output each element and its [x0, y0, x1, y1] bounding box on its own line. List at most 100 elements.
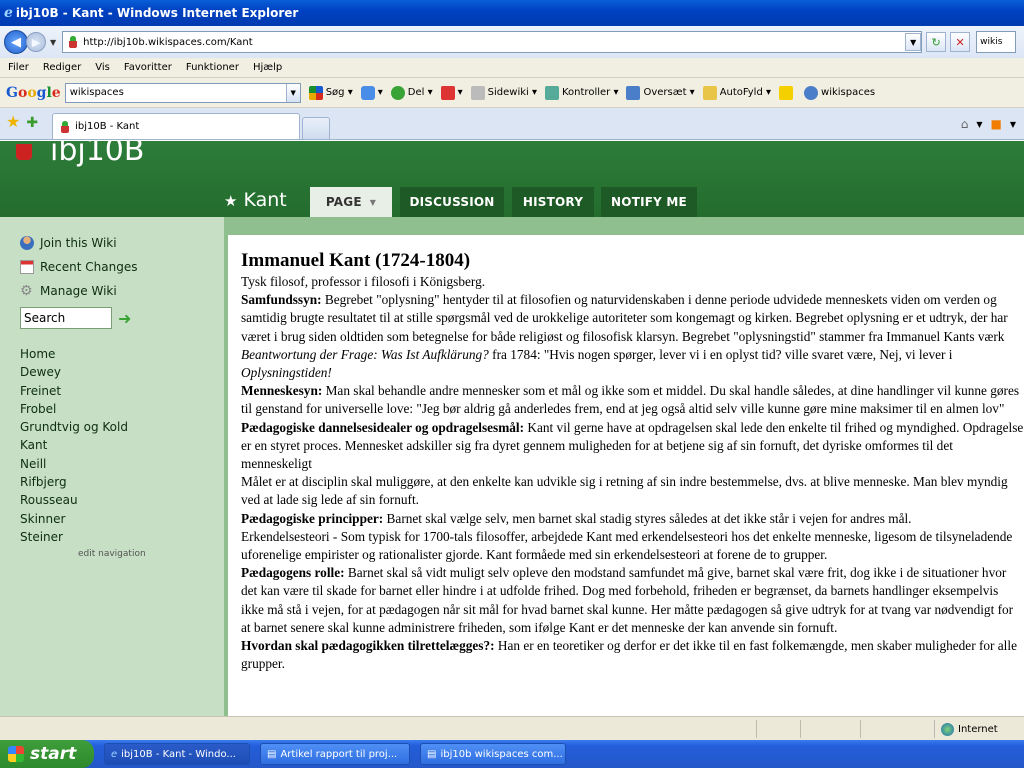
join-wiki-link[interactable]: Join this Wiki [20, 231, 224, 255]
history-dropdown-icon[interactable]: ▼ [50, 38, 56, 47]
document-icon: ▤ [267, 748, 277, 760]
nav-item-kant[interactable]: Kant [20, 438, 224, 456]
tab-history[interactable]: HISTORY [512, 187, 594, 217]
nav-item-home[interactable]: Home [20, 347, 224, 365]
rss-dropdown-icon[interactable]: ▼ [1010, 120, 1016, 129]
google-logo[interactable]: Google [6, 85, 61, 101]
start-button[interactable]: start [0, 740, 94, 768]
nav-item-freinet[interactable]: Freinet [20, 384, 224, 402]
bookmark-button[interactable]: ▾ [440, 85, 463, 100]
spellcheck-icon [545, 85, 559, 100]
page-viewport: ibj10B ★ Kant PAGE ▼ DISCUSSION HISTORY NO… [0, 141, 1024, 716]
sidewiki-button[interactable]: Sidewiki ▾ [470, 85, 537, 100]
globe-icon [941, 722, 954, 736]
highlighter-icon [779, 85, 794, 100]
magnifier-icon [804, 85, 819, 100]
live-search-input[interactable]: wikis [976, 31, 1017, 53]
status-divider [800, 720, 801, 738]
back-button[interactable]: ◀ [4, 30, 28, 54]
google-search-button[interactable]: Søg ▾ [308, 85, 353, 100]
google-plus-button[interactable]: ▾ [360, 85, 383, 100]
search-go-arrow-icon[interactable]: ➜ [118, 309, 131, 328]
menu-file[interactable]: Filer [8, 62, 29, 73]
bookmark-icon [440, 85, 455, 100]
wiki-header: ibj10B ★ Kant PAGE ▼ DISCUSSION HISTORY NO… [0, 141, 1024, 217]
address-bar[interactable]: http://ibj10b.wikispaces.com/Kant ▼ [62, 31, 923, 53]
section-dannelsesidealer-cont: Målet er at disciplin skal muliggøre, at… [241, 474, 1008, 508]
site-logo-icon [16, 143, 32, 160]
menu-help[interactable]: Hjælp [253, 62, 282, 73]
section-dannelsesidealer: Pædagogiske dannelsesidealer og opdragel… [241, 419, 1024, 472]
google-search-dropdown-icon[interactable]: ▼ [285, 83, 300, 102]
sidebar-search: ➜ [20, 307, 224, 329]
google-search-value: wikispaces [69, 87, 124, 98]
home-dropdown-icon[interactable]: ▼ [976, 120, 982, 129]
menu-edit[interactable]: Rediger [43, 62, 81, 73]
command-bar: ⌂ ▼ ■ ▼ [961, 117, 1024, 131]
tab-page[interactable]: PAGE ▼ [310, 187, 392, 217]
star-icon: ★ [224, 192, 238, 210]
nav-item-steiner[interactable]: Steiner [20, 530, 224, 548]
tab-favicon-icon [59, 120, 71, 133]
nav-item-neill[interactable]: Neill [20, 457, 224, 475]
forward-button[interactable]: ▶ [26, 32, 46, 52]
status-divider [756, 720, 757, 738]
security-zone[interactable]: Internet [934, 720, 1024, 738]
home-icon[interactable]: ⌂ [961, 117, 969, 131]
taskbar-item-artikel[interactable]: ▤ Artikel rapport til proj... [260, 743, 410, 765]
section-menneskesyn: Menneskesyn: Man skal behandle andre men… [241, 383, 1020, 417]
tab-notify-me[interactable]: NOTIFY ME [601, 187, 697, 217]
site-title[interactable]: ibj10B [16, 141, 144, 168]
tab-discussion[interactable]: DISCUSSION [400, 187, 504, 217]
window-title: ibj10B - Kant - Windows Internet Explore… [15, 6, 299, 20]
share-button[interactable]: Del ▾ [390, 85, 433, 100]
section-samfundssyn: Samfundssyn: Begrebet "oplysning" hentyd… [241, 292, 1008, 381]
browser-tab-active[interactable]: ibj10B - Kant [52, 113, 301, 139]
taskbar: start e ibj10B - Kant - Windo... ▤ Artikel… [0, 740, 1024, 768]
nav-item-rifbjerg[interactable]: Rifbjerg [20, 475, 224, 493]
taskbar-item-ie[interactable]: e ibj10B - Kant - Windo... [104, 743, 250, 765]
address-dropdown-icon[interactable]: ▼ [905, 33, 922, 51]
nav-item-skinner[interactable]: Skinner [20, 512, 224, 530]
new-tab-button[interactable] [302, 117, 331, 139]
sidewiki-icon [470, 85, 485, 100]
menu-view[interactable]: Vis [95, 62, 110, 73]
add-favorite-icon[interactable]: ✚ [26, 115, 38, 131]
google-search-input[interactable]: wikispaces ▼ [64, 82, 301, 103]
spellcheck-button[interactable]: Kontroller ▾ [545, 85, 618, 100]
google-search-icon [308, 85, 323, 100]
sidebar-search-input[interactable] [20, 307, 112, 329]
tab-row: ★ ✚ ibj10B - Kant ⌂ ▼ ■ ▼ [0, 108, 1024, 140]
wikispaces-search-button[interactable]: wikispaces [804, 85, 875, 100]
google-toolbar: Google wikispaces ▼ Søg ▾ ▾ Del ▾ ▾ Side… [0, 78, 1024, 108]
status-bar: Internet [0, 716, 1024, 740]
site-favicon-icon [67, 36, 79, 48]
favorites-star-icon[interactable]: ★ [6, 112, 20, 131]
recent-changes-link[interactable]: Recent Changes [20, 255, 224, 279]
edit-navigation-link[interactable]: edit navigation [78, 549, 224, 559]
gear-icon: ⚙ [20, 283, 33, 299]
refresh-icon[interactable]: ↻ [926, 32, 947, 52]
navigation-list: Home Dewey Freinet Frobel Grundtvig og K… [20, 347, 224, 548]
section-principper: Pædagogiske principper: Barnet skal vælg… [241, 510, 912, 526]
taskbar-item-wikispaces[interactable]: ▤ ibj10b wikispaces com... [420, 743, 566, 765]
tab-title: ibj10B - Kant [75, 121, 140, 132]
nav-item-rousseau[interactable]: Rousseau [20, 493, 224, 511]
nav-item-dewey[interactable]: Dewey [20, 365, 224, 383]
autofill-button[interactable]: AutoFyld ▾ [702, 85, 771, 100]
calendar-icon [20, 260, 34, 274]
page-heading: Immanuel Kant (1724-1804) [241, 250, 471, 271]
page-name: ★ Kant [224, 189, 287, 211]
autofill-icon [702, 85, 717, 100]
intro-text: Tysk filosof, professor i filosofi i Kön… [241, 274, 486, 289]
manage-wiki-link[interactable]: ⚙ Manage Wiki [20, 279, 224, 303]
nav-item-grundtvig-og-kold[interactable]: Grundtvig og Kold [20, 420, 224, 438]
stop-icon[interactable]: ✕ [950, 32, 971, 52]
menu-favorites[interactable]: Favoritter [124, 62, 172, 73]
rss-feed-icon[interactable]: ■ [991, 117, 1002, 131]
menu-tools[interactable]: Funktioner [186, 62, 239, 73]
nav-item-frobel[interactable]: Frobel [20, 402, 224, 420]
translate-button[interactable]: Oversæt ▾ [626, 85, 695, 100]
highlight-button[interactable] [779, 85, 796, 100]
section-paedagogens-rolle: Pædagogens rolle: Barnet skal så vidt mu… [241, 565, 1014, 635]
